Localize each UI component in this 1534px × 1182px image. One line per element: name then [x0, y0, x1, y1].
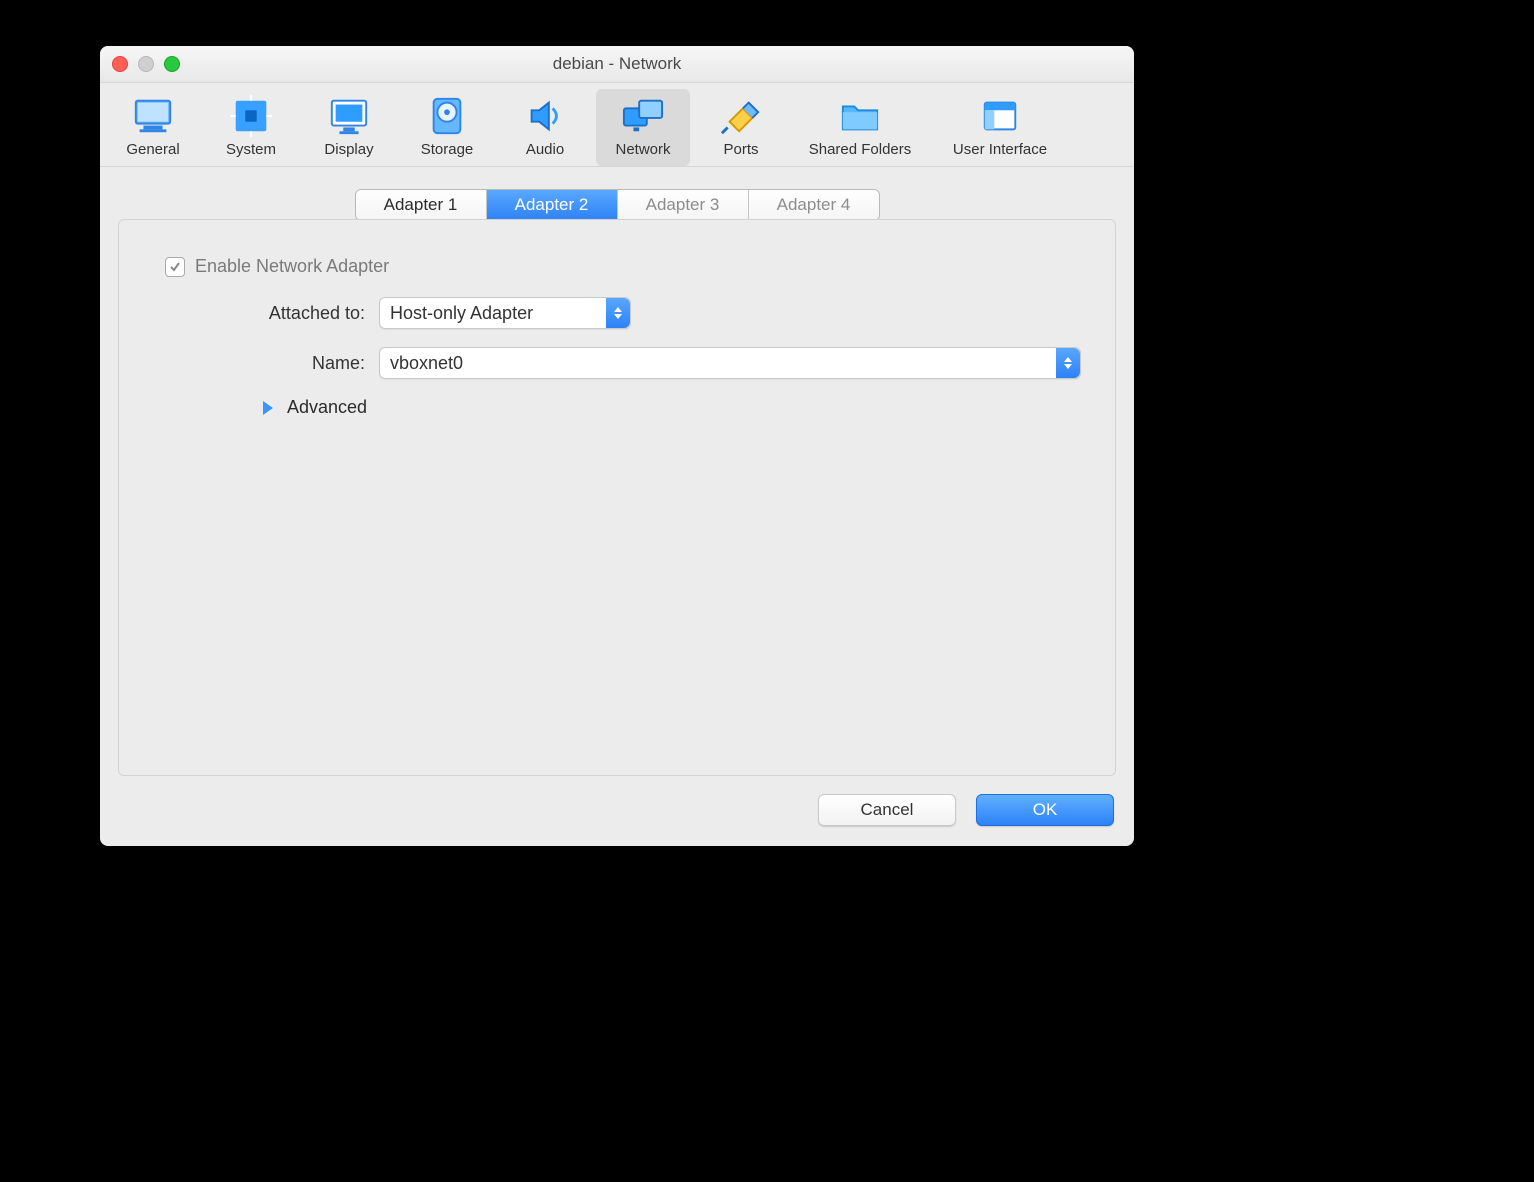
- toolbar-item-storage[interactable]: Storage: [400, 89, 494, 166]
- toolbar-item-label: Storage: [421, 141, 474, 158]
- checkmark-icon: [169, 261, 181, 273]
- folder-icon: [837, 95, 883, 137]
- attached-to-label: Attached to:: [155, 303, 365, 324]
- name-row: Name: vboxnet0: [155, 347, 1087, 379]
- network-icon: [620, 95, 666, 137]
- toolbar-item-ports[interactable]: Ports: [694, 89, 788, 166]
- toolbar-item-system[interactable]: System: [204, 89, 298, 166]
- select-stepper-icon: [606, 298, 630, 328]
- toolbar-item-shared-folders[interactable]: Shared Folders: [792, 89, 928, 166]
- monitor-icon: [130, 95, 176, 137]
- tab-adapter-3[interactable]: Adapter 3: [618, 190, 749, 220]
- close-window-button[interactable]: [112, 56, 128, 72]
- toolbar-item-label: General: [126, 141, 179, 158]
- select-stepper-icon: [1056, 348, 1080, 378]
- tab-adapter-2[interactable]: Adapter 2: [487, 190, 618, 220]
- ports-icon: [718, 95, 764, 137]
- toolbar-item-label: Display: [324, 141, 373, 158]
- adapter-panel: Enable Network Adapter Attached to: Host…: [118, 219, 1116, 776]
- tab-adapter-4[interactable]: Adapter 4: [749, 190, 879, 220]
- display-icon: [326, 95, 372, 137]
- advanced-label: Advanced: [287, 397, 367, 418]
- cancel-button[interactable]: Cancel: [818, 794, 956, 826]
- toolbar-item-label: Audio: [526, 141, 564, 158]
- ok-button[interactable]: OK: [976, 794, 1114, 826]
- toolbar-item-label: Ports: [723, 141, 758, 158]
- attached-to-select[interactable]: Host-only Adapter: [379, 297, 631, 329]
- name-select[interactable]: vboxnet0: [379, 347, 1081, 379]
- toolbar-item-label: Shared Folders: [809, 141, 912, 158]
- chip-icon: [228, 95, 274, 137]
- toolbar-item-general[interactable]: General: [106, 89, 200, 166]
- toolbar-item-audio[interactable]: Audio: [498, 89, 592, 166]
- tab-adapter-1[interactable]: Adapter 1: [356, 190, 487, 220]
- toolbar-item-label: Network: [615, 141, 670, 158]
- toolbar-item-user-interface[interactable]: User Interface: [932, 89, 1068, 166]
- toolbar-item-network[interactable]: Network: [596, 89, 690, 166]
- enable-adapter-label: Enable Network Adapter: [195, 256, 389, 277]
- toolbar-item-label: System: [226, 141, 276, 158]
- toolbar-item-display[interactable]: Display: [302, 89, 396, 166]
- adapter-tabs-wrap: Adapter 1 Adapter 2 Adapter 3 Adapter 4: [100, 189, 1134, 221]
- layout-icon: [977, 95, 1023, 137]
- attached-to-row: Attached to: Host-only Adapter: [155, 297, 1087, 329]
- minimize-window-button[interactable]: [138, 56, 154, 72]
- dialog-footer: Cancel OK: [100, 794, 1134, 846]
- settings-window: debian - Network General System Display: [100, 46, 1134, 846]
- speaker-icon: [522, 95, 568, 137]
- disclosure-triangle-icon: [263, 401, 273, 415]
- disk-icon: [424, 95, 470, 137]
- name-value: vboxnet0: [380, 353, 1056, 374]
- toolbar-item-label: User Interface: [953, 141, 1047, 158]
- panel-outer: Enable Network Adapter Attached to: Host…: [100, 221, 1134, 794]
- enable-adapter-row: Enable Network Adapter: [165, 256, 1087, 277]
- zoom-window-button[interactable]: [164, 56, 180, 72]
- titlebar: debian - Network: [100, 46, 1134, 83]
- traffic-lights: [112, 56, 180, 72]
- enable-adapter-checkbox[interactable]: [165, 257, 185, 277]
- settings-toolbar: General System Display Storage Audio: [100, 83, 1134, 167]
- advanced-disclosure[interactable]: Advanced: [263, 397, 1087, 418]
- name-label: Name:: [155, 353, 365, 374]
- adapter-tabs: Adapter 1 Adapter 2 Adapter 3 Adapter 4: [355, 189, 880, 221]
- attached lustrous: Host-only Adapter: [380, 303, 606, 324]
- window-title: debian - Network: [100, 54, 1134, 74]
